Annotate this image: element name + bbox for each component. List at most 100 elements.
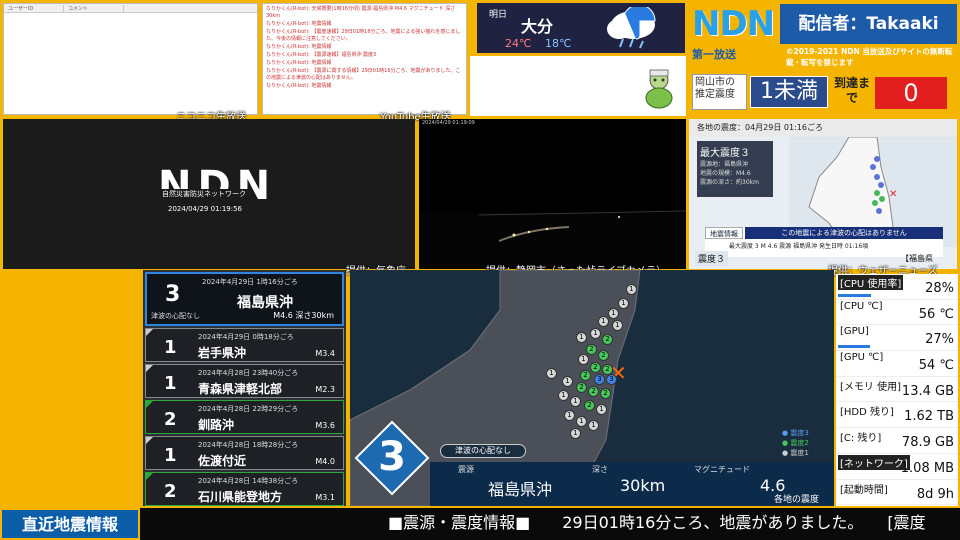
legend-intensity-1: ● 震度1 — [782, 449, 809, 457]
list-item[interactable]: 3 2024年4月29日 1時16分ごろ 福島県沖 津波の心配なし M4.6 深… — [145, 272, 344, 326]
ndn-video-subtitle: 自然災害防災ネットワーク — [160, 189, 248, 199]
chat-message: なりかくん(R-bot): 【震源速報】福島県沖 震度3 — [266, 52, 377, 58]
ndn-logo: NDN — [692, 4, 775, 44]
estimated-intensity-label: 岡山市の推定震度 — [692, 74, 747, 110]
intensity-badge: 1 — [164, 445, 177, 466]
eq-time: 2024年4月29日 1時16分ごろ — [202, 278, 298, 286]
nhk-info-box: 最大震度３ 震源地：福島県沖 地震の規模：M4.6 震源の深さ：約30km — [697, 141, 773, 197]
mascot-character-icon — [645, 69, 673, 109]
camera-timestamp: 2024/04/29 01:19:09 — [422, 120, 475, 126]
intensity-badge: 1 — [164, 373, 177, 394]
intensity-dot: 2 — [576, 382, 587, 393]
nhk-depth: 震源の深さ：約30km — [700, 179, 759, 186]
niconico-comment-panel: ユーザーID コメント — [3, 3, 258, 115]
arrival-countdown: 0 — [875, 77, 947, 109]
cloud-rain-icon — [607, 7, 656, 49]
list-item[interactable]: 1 2024年4月28日 18時28分ごろ 佐渡付近 M4.0 — [145, 436, 344, 470]
stat-c-drive: [C: 残り] 78.9 GB — [836, 428, 958, 454]
news-ticker: 直近地震情報 ■震源・震度情報■ 29日01時16分ころ、地震がありました。 [… — [0, 508, 960, 540]
intensity-dot: 3 — [594, 374, 605, 385]
niconico-video-player[interactable]: NDN 自然災害防災ネットワーク 2024/04/29 01:19:56 — [3, 119, 415, 269]
intensity-dot: 1 — [564, 410, 575, 421]
magnitude-label: マグニチュード — [694, 465, 750, 474]
stat-network: [ネットワーク] 1.08 MB — [836, 454, 958, 480]
ticker-text: ■震源・震度情報■ 29日01時16分ころ、地震がありました。 [震度 — [388, 513, 926, 532]
eq-tsunami: 津波の心配なし — [151, 312, 200, 320]
cpu-usage-bar — [838, 293, 872, 297]
map-info-bar: 震源 福島県沖 深さ 30km マグニチュード 4.6 各地の震度 — [430, 462, 834, 506]
gpu-usage-bar — [838, 345, 870, 349]
chat-message: なりかくん(R-bot): 【震源に関する情報】29日01時16分ごろ、地震があ… — [266, 68, 461, 81]
intensity-dot: 2 — [590, 362, 601, 373]
stat-gpu-usage: [GPU] 27% — [836, 325, 958, 352]
eq-time: 2024年4月28日 18時28分ごろ — [198, 441, 299, 449]
system-stats-panel: [CPU 使用率] 28% [CPU ℃] 56 ℃ [GPU] 27% [GPU ℃… — [836, 274, 958, 506]
intensity-dot: 1 — [558, 390, 569, 401]
list-item[interactable]: 2 2024年4月28日 22時29分ごろ 釧路沖 M3.6 — [145, 400, 344, 434]
stat-memory: [メモリ 使用] 13.4 GB — [836, 377, 958, 403]
chat-message: なりかくん(R-bot): 【震度速報】29日01時16分ごろ、地震による強い揺… — [266, 29, 461, 42]
intensity-dot: 2 — [602, 334, 613, 345]
nhk-topbar: 各地の震度：04月29日 01:16ごろ — [689, 119, 957, 137]
intensity-dot: 1 — [612, 320, 623, 331]
intensity-dot: 2 — [598, 350, 609, 361]
weather-high: 24℃ — [505, 37, 532, 50]
column-comment[interactable]: コメント — [64, 4, 124, 12]
stat-uptime: [起動時間] 8d 9h — [836, 480, 958, 506]
nhk-magnitude: 地震の規模：M4.6 — [700, 170, 751, 177]
intensity-dot: 1 — [562, 376, 573, 387]
eq-time: 2024年4月28日 14時38分ごろ — [198, 477, 299, 485]
list-item[interactable]: 1 2024年4月29日 0時18分ごろ 岩手県沖 M3.4 — [145, 328, 344, 362]
intensity-dot: 1 — [598, 316, 609, 327]
eq-place: 青森県津軽北部 — [198, 382, 283, 396]
region-intensity-label: 各地の震度 — [774, 495, 820, 505]
weather-panel: 明日 大分 24℃ 18℃ — [477, 3, 685, 53]
stat-hdd: [HDD 残り] 1.62 TB — [836, 402, 958, 429]
video-timestamp: 2024/04/29 01:19:56 — [168, 205, 243, 213]
nhk-corner-intensity: 震度３ — [695, 251, 729, 266]
night-coast-scene — [419, 210, 686, 269]
eq-time: 2024年4月28日 23時40分ごろ — [198, 369, 299, 377]
chat-message: なりかくん(R-bot): 天候概要(1時16分頃) 震源:福島県沖 M4.6 … — [266, 6, 456, 19]
chat-message: なりかくん(R-bot): 地震情報 — [266, 21, 332, 27]
intensity-badge: 3 — [165, 282, 181, 307]
intensity-dot: 1 — [590, 328, 601, 339]
stat-cpu-usage: [CPU 使用率] 28% — [836, 274, 958, 300]
list-item[interactable]: 2 2024年4月28日 14時38分ごろ 石川県能登地方 M3.1 — [145, 472, 344, 506]
depth-label: 深さ — [592, 465, 608, 474]
depth-value: 30km — [620, 476, 666, 495]
broadcast-name: 第一放送 — [692, 48, 736, 61]
ticker-label: 直近地震情報 — [0, 508, 140, 540]
intensity-dot: 1 — [578, 354, 589, 365]
nhk-tag: 地震情報 — [705, 227, 743, 239]
streamer-name: 配信者：Takaaki — [780, 4, 957, 44]
intensity-dot: 1 — [618, 298, 629, 309]
list-item[interactable]: 1 2024年4月28日 23時40分ごろ 青森県津軽北部 M2.3 — [145, 364, 344, 398]
svg-text:✕: ✕ — [889, 189, 897, 200]
weather-low: 18℃ — [545, 37, 572, 50]
nhk-broadcast-panel: 各地の震度：04月29日 01:16ごろ ✕ 最大震度３ 震源地：福島県沖 地震… — [689, 119, 957, 269]
column-user-id[interactable]: ユーザーID — [4, 4, 64, 12]
copyright-notice: ©2019-2021 NDN 当放送及びサイトの無断転載・転写を禁じます — [786, 47, 953, 67]
epicenter-value: 福島県沖 — [488, 480, 553, 499]
chat-message: なりかくん(R-bot): 地震情報 — [266, 60, 332, 66]
intensity-dot: 1 — [626, 284, 637, 295]
nhk-epicenter: 震源地：福島県沖 — [700, 161, 749, 168]
tsunami-note: 津波の心配なし — [440, 444, 526, 458]
ndn-video-logo: NDN — [158, 163, 277, 209]
intensity-badge: 1 — [164, 337, 177, 358]
map-legend: ● 震度3 ● 震度2 ● 震度1 — [782, 428, 809, 458]
seismic-intensity-map[interactable]: ✕ 11111112221222332221211111111 3 津波の心配な… — [350, 270, 834, 506]
earthquake-history-list: 3 2024年4月29日 1時16分ごろ 福島県沖 津波の心配なし M4.6 深… — [143, 270, 346, 506]
live-camera-video[interactable]: 2024/04/29 01:19:09 — [419, 119, 686, 269]
intensity-dot: 3 — [606, 374, 617, 385]
eq-magnitude: M3.6 — [315, 421, 335, 430]
stat-cpu-temp: [CPU ℃] 56 ℃ — [836, 300, 958, 326]
intensity-dot: 2 — [600, 388, 611, 399]
eq-magnitude: M3.4 — [315, 349, 335, 358]
intensity-dot: 1 — [576, 416, 587, 427]
intensity-dot: 1 — [546, 368, 557, 379]
eq-magnitude: M3.1 — [315, 493, 335, 502]
intensity-dot: 1 — [570, 396, 581, 407]
intensity-dot: 2 — [588, 386, 599, 397]
